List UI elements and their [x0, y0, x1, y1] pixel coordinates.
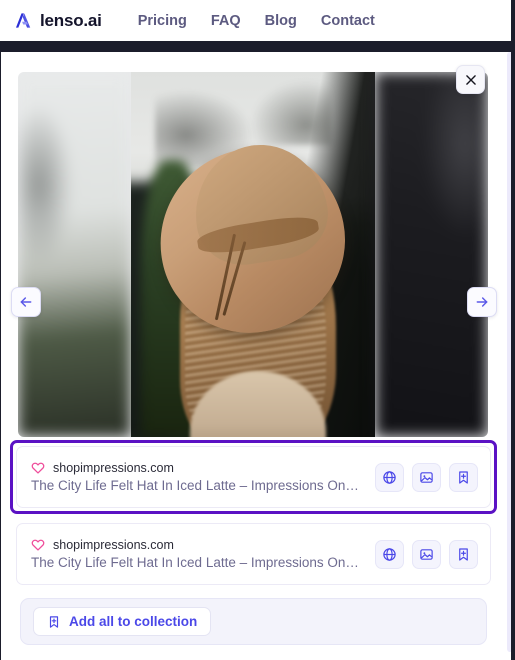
lenso-mark-icon [15, 13, 31, 28]
result-actions [375, 539, 478, 569]
collection-footer-bar: Add all to collection [20, 598, 487, 645]
result-actions [375, 462, 478, 492]
result-text-block: shopimpressions.com The City Life Felt H… [31, 538, 375, 570]
close-modal-button[interactable] [456, 65, 485, 94]
result-domain[interactable]: shopimpressions.com [53, 461, 174, 475]
heart-icon[interactable] [31, 538, 45, 552]
result-domain-line: shopimpressions.com [31, 461, 375, 475]
result-row-selected-wrapper: shopimpressions.com The City Life Felt H… [10, 440, 497, 514]
primary-nav: Pricing FAQ Blog Contact [138, 13, 375, 29]
bookmark-plus-icon [49, 615, 59, 628]
add-all-label: Add all to collection [69, 614, 198, 629]
arrow-left-icon [20, 297, 32, 307]
arrow-right-icon [476, 297, 488, 307]
nav-link-faq[interactable]: FAQ [211, 13, 241, 29]
add-all-to-collection-button[interactable]: Add all to collection [33, 607, 212, 636]
page-right-edge [511, 0, 515, 660]
carousel-main-image[interactable] [131, 72, 375, 437]
nav-link-pricing[interactable]: Pricing [138, 13, 187, 29]
open-website-button[interactable] [375, 539, 404, 569]
bookmark-plus-icon [459, 470, 468, 484]
result-domain-line: shopimpressions.com [31, 538, 375, 552]
page-dark-band [0, 41, 515, 52]
heart-icon[interactable] [31, 461, 45, 475]
globe-icon [383, 470, 396, 484]
page-left-edge [0, 41, 1, 660]
search-results-list: shopimpressions.com The City Life Felt H… [10, 440, 497, 594]
globe-icon [383, 547, 396, 561]
bookmark-plus-icon [459, 547, 468, 561]
carousel-preview-next[interactable] [375, 72, 488, 437]
table-row[interactable]: shopimpressions.com The City Life Felt H… [16, 523, 491, 585]
table-row[interactable]: shopimpressions.com The City Life Felt H… [16, 446, 491, 508]
image-detail-modal: shopimpressions.com The City Life Felt H… [1, 50, 506, 658]
carousel-prev-button[interactable] [11, 287, 41, 317]
open-website-button[interactable] [375, 462, 404, 492]
site-header: lenso.ai Pricing FAQ Blog Contact [0, 0, 515, 41]
result-title[interactable]: The City Life Felt Hat In Iced Latte – I… [31, 555, 361, 570]
add-to-collection-button[interactable] [449, 462, 478, 492]
add-to-collection-button[interactable] [449, 539, 478, 569]
image-icon [420, 548, 433, 560]
result-title[interactable]: The City Life Felt Hat In Iced Latte – I… [31, 478, 361, 493]
open-image-button[interactable] [412, 539, 441, 569]
nav-link-contact[interactable]: Contact [321, 13, 375, 29]
brand-name: lenso.ai [40, 10, 102, 30]
carousel-preview-previous[interactable] [18, 72, 131, 437]
carousel-next-button[interactable] [467, 287, 497, 317]
photo-branch-right [248, 79, 332, 145]
result-row-wrapper: shopimpressions.com The City Life Felt H… [10, 517, 497, 591]
close-icon [465, 74, 476, 85]
result-text-block: shopimpressions.com The City Life Felt H… [31, 461, 375, 493]
result-domain[interactable]: shopimpressions.com [53, 538, 174, 552]
image-icon [420, 471, 433, 483]
image-carousel [18, 72, 488, 437]
nav-link-blog[interactable]: Blog [265, 13, 297, 29]
open-image-button[interactable] [412, 462, 441, 492]
brand-logo[interactable]: lenso.ai [14, 11, 102, 31]
